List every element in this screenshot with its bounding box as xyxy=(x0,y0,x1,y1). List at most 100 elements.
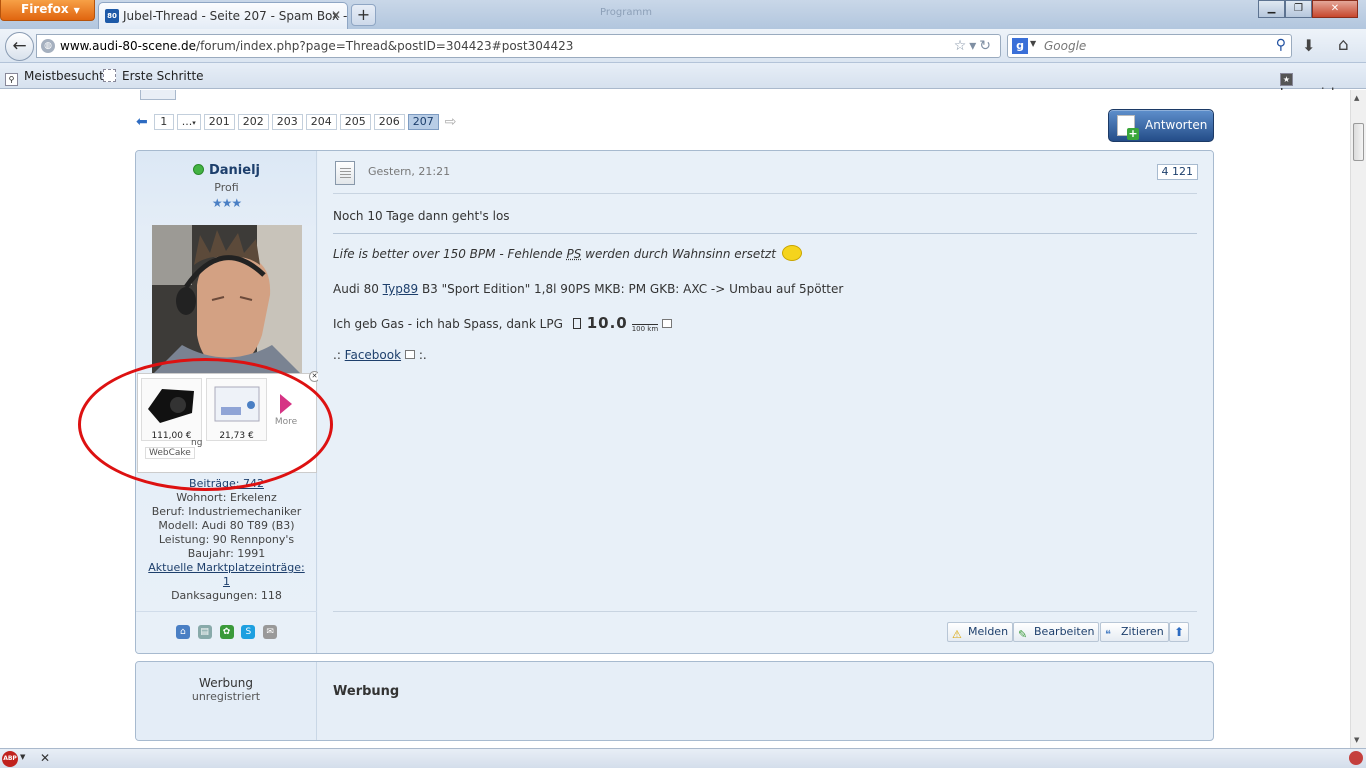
navigation-bar: ← ◍ www.audi-80-scene.de/forum/index.php… xyxy=(0,29,1366,63)
search-icon[interactable]: ⚲ xyxy=(1276,37,1286,53)
page-icon xyxy=(103,69,116,82)
contact-icons: ⌂ ▤ ✿ S ✉ xyxy=(136,623,317,639)
thread-icon xyxy=(140,90,176,100)
home-icon[interactable]: ⌂ xyxy=(1338,35,1349,55)
marketplace-count-link[interactable]: 1 xyxy=(223,575,230,588)
divider xyxy=(333,193,1197,194)
bookmark-icon: ⚲ xyxy=(5,73,18,86)
download-icon[interactable]: ⬇ xyxy=(1302,36,1315,55)
page-link[interactable]: 205 xyxy=(339,114,371,130)
globe-icon: ◍ xyxy=(41,39,55,53)
info-location: Wohnort: Erkelenz xyxy=(176,491,277,504)
search-input[interactable]: g ▼ Google ⚲ xyxy=(1007,34,1292,58)
typ89-link[interactable]: Typ89 xyxy=(383,282,418,296)
title-bar: Firefox ▼ 80 Jubel-Thread - Seite 207 - S… xyxy=(0,0,1366,29)
signature-text: werden durch Wahnsinn ersetzt xyxy=(581,247,776,261)
page-jump[interactable]: ...▾ xyxy=(176,114,201,130)
url-bar[interactable]: ◍ www.audi-80-scene.de/forum/index.php?p… xyxy=(36,34,1001,58)
page-link[interactable]: 202 xyxy=(237,114,269,130)
bookmark-first-steps[interactable]: Erste Schritte xyxy=(103,69,204,83)
adblock-icon[interactable]: ABP xyxy=(2,751,18,767)
divider xyxy=(136,611,317,612)
url-path: /forum/index.php?page=Thread&postID=3044… xyxy=(196,39,574,53)
page-link[interactable]: 204 xyxy=(305,114,337,130)
scroll-down-icon[interactable]: ▼ xyxy=(1354,736,1359,744)
homepage-icon[interactable]: ⌂ xyxy=(175,625,190,639)
email-icon[interactable]: ✉ xyxy=(263,625,278,639)
info-year: Baujahr: 1991 xyxy=(187,547,266,560)
signature-line: Audi 80 Typ89 B3 "Sport Edition" 1,8l 90… xyxy=(333,282,843,296)
author-info: Beiträge: 742 Wohnort: Erkelenz Beruf: I… xyxy=(136,477,317,603)
addon-icon[interactable] xyxy=(1349,751,1363,765)
signature-text: B3 "Sport Edition" 1,8l 90PS MKB: PM GKB… xyxy=(418,282,844,296)
new-tab-button[interactable]: + xyxy=(351,4,376,26)
pagination: ⬅ 1 ...▾ 201 202 203 204 205 206 207 ⇨ xyxy=(136,114,456,130)
profile-card-icon[interactable]: ▤ xyxy=(197,625,212,639)
chevron-down-icon[interactable]: ▼ xyxy=(20,753,25,761)
url-icons[interactable]: ☆▾↻ xyxy=(954,38,994,54)
avatar-image xyxy=(152,225,302,375)
post-date: Gestern, 21:21 xyxy=(368,165,451,178)
report-button[interactable]: ⚠ Melden xyxy=(947,622,1014,642)
signature-line: Life is better over 150 BPM - Fehlende P… xyxy=(333,245,802,261)
divider xyxy=(333,611,1197,612)
icq-icon[interactable]: ✿ xyxy=(219,625,234,639)
facebook-link[interactable]: Facebook xyxy=(345,348,401,362)
signature-line: .: Facebook :. xyxy=(333,348,427,362)
info-thanks: Danksagungen: 118 xyxy=(171,589,282,602)
reply-button[interactable]: Antworten xyxy=(1108,109,1214,142)
edit-button[interactable]: ✎ Bearbeiten xyxy=(1013,622,1100,642)
back-button[interactable]: ← xyxy=(5,32,34,61)
rank-stars-icon: ★★★ xyxy=(211,196,242,210)
fuel-icon xyxy=(572,318,581,329)
status-bar: ABP ▼ ✕ xyxy=(0,748,1366,768)
firefox-menu-button[interactable]: Firefox ▼ xyxy=(0,0,95,21)
tab-title: Jubel-Thread - Seite 207 - Spam Box - A.… xyxy=(123,9,348,23)
page-link[interactable]: 201 xyxy=(203,114,235,130)
signature-text: Life is better over 150 BPM - Fehlende xyxy=(333,247,567,261)
scroll-up-icon[interactable]: ▲ xyxy=(1354,94,1359,102)
close-icon[interactable]: ✕ xyxy=(331,8,341,22)
author-name[interactable]: Danielj xyxy=(136,163,317,178)
ad-post-author: Werbung xyxy=(199,676,253,690)
scrollbar[interactable]: ▲ ▼ xyxy=(1350,90,1366,748)
lpg-consumption: 10.0 xyxy=(586,314,628,332)
external-link-icon xyxy=(405,350,416,359)
google-icon: g xyxy=(1012,38,1028,54)
scrollbar-thumb[interactable] xyxy=(1353,123,1364,161)
close-icon[interactable]: ✕ xyxy=(40,751,50,765)
bookmark-most-visited[interactable]: ⚲ Meistbesucht xyxy=(5,69,104,86)
quote-label: Zitieren xyxy=(1121,625,1164,638)
edit-label: Bearbeiten xyxy=(1034,625,1095,638)
tab-active[interactable]: 80 Jubel-Thread - Seite 207 - Spam Box -… xyxy=(98,2,348,29)
bookmark-label: Erste Schritte xyxy=(122,69,204,83)
minimize-button[interactable]: ▁ xyxy=(1258,0,1285,18)
author-name-label: Danielj xyxy=(208,163,260,178)
firefox-menu-label: Firefox xyxy=(21,2,69,16)
url-domain: www.audi-80-scene.de xyxy=(60,39,197,53)
marketplace-link[interactable]: Aktuelle Marktplatzeinträge: xyxy=(148,561,304,574)
signature-divider xyxy=(333,233,1197,234)
ad-post-rank: unregistriert xyxy=(191,690,261,703)
signature-text: .: xyxy=(333,348,345,362)
page-current: 207 xyxy=(407,114,439,130)
previous-page-icon[interactable]: ⬅ xyxy=(136,114,148,130)
ad-post: Werbung unregistriert Werbung xyxy=(135,661,1214,741)
post-number-link[interactable]: 4 121 xyxy=(1156,164,1198,180)
external-link-icon[interactable] xyxy=(662,319,673,328)
window-title: Programm xyxy=(600,7,652,18)
warning-icon: ⚠ xyxy=(952,628,962,641)
reply-label: Antworten xyxy=(1145,118,1208,132)
skype-icon[interactable]: S xyxy=(241,625,256,639)
signature-line: Ich geb Gas - ich hab Spass, dank LPG 10… xyxy=(333,314,673,333)
maximize-button[interactable]: ❐ xyxy=(1285,0,1312,18)
quote-button[interactable]: ❝ Zitieren xyxy=(1100,622,1169,642)
quote-icon: ❝ xyxy=(1105,628,1111,641)
page-link[interactable]: 1 xyxy=(153,114,174,130)
scroll-top-icon[interactable]: ⬆ xyxy=(1169,622,1189,642)
close-window-button[interactable]: ✕ xyxy=(1312,0,1358,18)
pencil-icon: ✎ xyxy=(1018,628,1028,641)
avatar[interactable] xyxy=(152,225,302,375)
page-link[interactable]: 203 xyxy=(271,114,303,130)
page-link[interactable]: 206 xyxy=(373,114,405,130)
